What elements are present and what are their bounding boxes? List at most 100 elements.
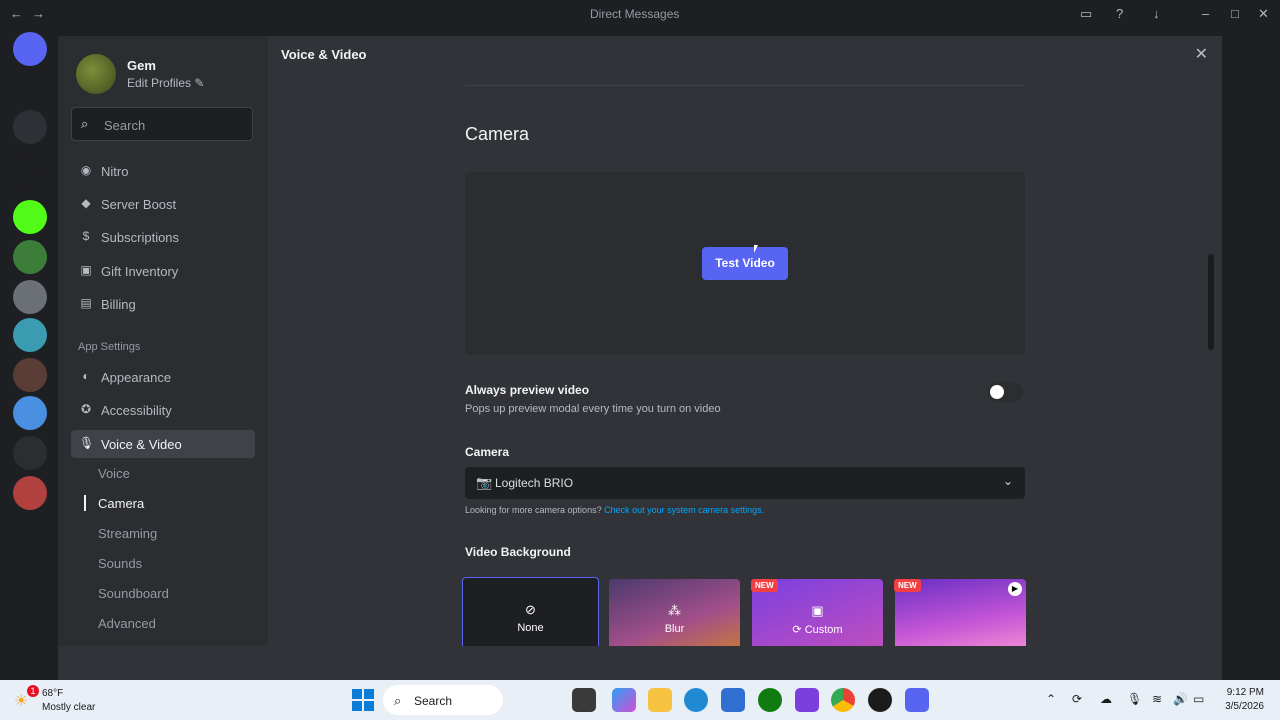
forward-icon[interactable]: → [32,6,45,21]
edge-icon[interactable] [684,688,708,712]
microphone-icon: 🎙 [79,436,95,450]
maximize-icon[interactable]: □ [1231,6,1239,21]
minimize-icon[interactable]: – [1202,6,1209,21]
task-view-icon[interactable] [572,688,596,712]
copilot-icon[interactable] [612,688,636,712]
close-window-icon[interactable]: ✕ [1258,6,1269,22]
weather-temp[interactable]: 68°F [42,688,63,699]
gift-icon: ▣ [80,263,92,277]
sidebar-item-accessibility[interactable]: ✪ Accessibility [71,396,255,424]
background-label: Blur [664,623,685,635]
sidebar-item-label: Appearance [101,370,172,385]
edit-profiles-link[interactable]: Edit Profiles ✎ [127,76,204,90]
server-icon[interactable] [13,200,47,234]
sidebar-item-label: Subscriptions [101,230,180,245]
cursor-icon [754,245,758,253]
sidebar-item-server-boost[interactable]: ◆ Server Boost [71,190,255,218]
taskbar-time[interactable]: 9:12 PM [1222,687,1264,698]
toggle-knob [990,385,1004,399]
server-icon[interactable] [13,110,47,144]
sidebar-item-label: Server Boost [101,197,177,212]
sub-item-sounds[interactable]: Sounds [98,556,142,571]
sidebar-item-voice-video[interactable]: 🎙 Voice & Video [71,430,255,458]
server-icon[interactable] [13,358,47,392]
test-video-button[interactable]: Test Video [702,247,788,280]
background-none[interactable]: ⊘ None [462,577,599,646]
battery-icon[interactable]: ▭ [1193,692,1204,706]
sidebar-item-gift-inventory[interactable]: ▣ Gift Inventory [71,257,255,285]
camera-select[interactable]: 📷 Logitech BRIO ⌄ [465,467,1025,499]
chrome-icon[interactable] [831,688,855,712]
sidebar-item-subscriptions[interactable]: $ Subscriptions [71,223,255,251]
app-icon[interactable] [868,688,892,712]
wifi-icon[interactable]: ≋ [1152,692,1162,706]
app-icon[interactable] [795,688,819,712]
camera-preview: Test Video [465,172,1025,355]
sub-item-soundboard[interactable]: Soundboard [98,586,169,601]
subscriptions-icon: $ [82,229,90,243]
back-icon[interactable]: ← [10,6,23,21]
settings-search[interactable]: ⌕ Search [71,107,253,141]
xbox-icon[interactable] [758,688,782,712]
sync-icon[interactable]: ⟳ [1072,692,1082,706]
server-icon[interactable] [13,318,47,352]
taskbar-search-placeholder: Search [414,694,453,708]
background-label: None [517,622,544,634]
close-icon[interactable]: ✕ [1195,44,1208,64]
always-preview-description: Pops up preview modal every time you tur… [465,403,721,415]
cloud-icon[interactable]: ☁ [1100,692,1112,706]
volume-icon[interactable]: 🔊 [1173,692,1188,706]
always-preview-toggle[interactable] [987,382,1023,402]
server-boost-icon: ◆ [81,196,91,210]
help-icon[interactable]: ? [1116,6,1123,21]
avatar[interactable] [76,54,116,94]
download-icon[interactable]: ↓ [1153,6,1160,21]
sidebar-item-appearance[interactable]: ◐ Appearance [71,363,255,391]
inbox-icon[interactable]: ▭ [1080,6,1092,22]
taskbar-search[interactable]: ⌕ Search [383,685,503,715]
sidebar-item-label: Voice & Video [101,437,182,452]
scrollbar[interactable] [1208,254,1214,350]
window-title: Direct Messages [590,7,680,21]
background-animated[interactable]: NEW ▶ [894,579,1026,646]
server-icon[interactable] [13,476,47,510]
app-settings-header: App Settings [78,341,141,353]
custom-image-icon: ▣ [811,603,824,618]
accessibility-icon: ✪ [80,402,92,416]
weather-desc[interactable]: Mostly clear [42,702,95,713]
discord-icon[interactable] [905,688,929,712]
sub-item-streaming[interactable]: Streaming [98,526,157,541]
sub-item-advanced[interactable]: Advanced [98,616,156,631]
sidebar-item-billing[interactable]: ▤ Billing [71,290,255,318]
background-custom-row: ⟳ Custom [752,623,883,636]
store-icon[interactable] [721,688,745,712]
background-custom[interactable]: NEW ▣ ⟳ Custom [751,579,883,646]
sidebar-item-nitro[interactable]: ◉ Nitro [71,157,255,185]
active-sub-indicator [84,495,86,511]
taskbar-date[interactable]: 3/5/2026 [1206,701,1264,712]
server-icon[interactable] [13,436,47,470]
background-blur[interactable]: ⁂ Blur [609,579,740,646]
microphone-icon[interactable]: 🎙 [1127,692,1142,706]
sub-item-voice[interactable]: Voice [98,466,130,481]
camera-settings-link[interactable]: Check out your system camera settings. [604,505,764,515]
billing-icon: ▤ [80,296,92,310]
palette-icon: ◐ [82,369,90,383]
none-icon: ⊘ [525,602,536,617]
camera-label: Camera [465,445,510,459]
server-icon[interactable] [13,156,47,190]
weather-icon[interactable]: ☀ [14,691,28,711]
server-icon[interactable] [13,396,47,430]
chevron-up-icon[interactable]: ⌃ [1046,692,1056,706]
server-icon[interactable] [13,280,47,314]
discord-home-icon[interactable] [13,32,47,66]
file-explorer-icon[interactable] [648,688,672,712]
server-icon[interactable] [13,240,47,274]
weather-badge: 1 [27,685,39,697]
profile-name: Gem [127,58,156,73]
windows-start-icon[interactable] [352,689,374,711]
new-badge: NEW [894,579,921,592]
new-badge: NEW [751,579,778,592]
upload-icon: ⟳ [792,624,805,636]
sub-item-camera[interactable]: Camera [98,496,144,511]
